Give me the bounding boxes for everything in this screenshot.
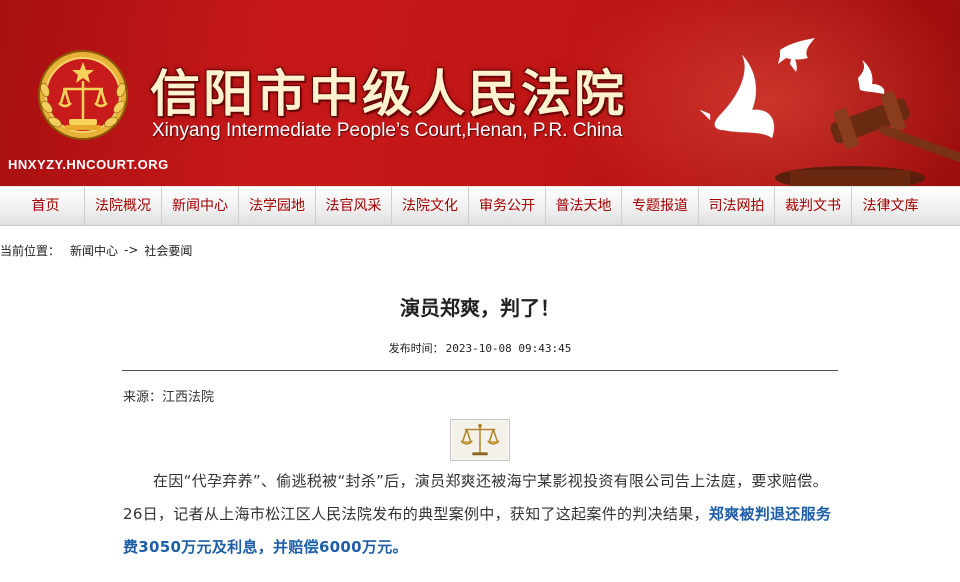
nav-item-judges[interactable]: 法官风采	[316, 187, 392, 225]
nav-item-court-culture[interactable]: 法院文化	[392, 187, 469, 225]
publish-time: 发布时间： 2023-10-08 09:43:45	[0, 340, 960, 356]
nav-item-judgments[interactable]: 裁判文书	[775, 187, 852, 225]
breadcrumb: 当前位置： 新闻中心 -> 社会要闻	[0, 240, 192, 260]
nav-item-trial-disclosure[interactable]: 审务公开	[469, 187, 546, 225]
court-emblem-icon[interactable]	[35, 45, 131, 145]
breadcrumb-separator: ->	[124, 243, 139, 257]
dove-icon	[858, 60, 885, 94]
article-source: 来源：江西法院	[123, 390, 215, 405]
nav-item-court-overview[interactable]: 法院概况	[85, 187, 162, 225]
nav-item-law-garden[interactable]: 法学园地	[239, 187, 316, 225]
doves-and-gavel-art	[699, 38, 960, 186]
nav-item-judicial-auction[interactable]: 司法网拍	[699, 187, 775, 225]
divider	[122, 370, 838, 371]
gavel-icon	[775, 91, 960, 186]
breadcrumb-link-news-center[interactable]: 新闻中心	[70, 242, 118, 259]
nav-item-special-reports[interactable]: 专题报道	[622, 187, 699, 225]
breadcrumb-label: 当前位置：	[0, 243, 61, 258]
breadcrumb-link-social-news[interactable]: 社会要闻	[144, 242, 192, 259]
site-subtitle: Xinyang Intermediate People’s Court,Hena…	[152, 120, 623, 141]
dove-icon	[778, 38, 815, 72]
nav-item-law-library[interactable]: 法律文库	[852, 187, 929, 225]
nav-item-news-center[interactable]: 新闻中心	[162, 187, 239, 225]
nav-item-legal-education[interactable]: 普法天地	[546, 187, 622, 225]
article-title: 演员郑爽，判了！	[400, 296, 560, 320]
article-paragraph: 在因“代孕弃养”、偷逃税被“封杀”后，演员郑爽还被海宁某影视投资有限公司告上法庭…	[123, 465, 839, 564]
dove-icon	[699, 54, 775, 139]
site-url[interactable]: HNXYZY.HNCOURT.ORG	[8, 157, 169, 172]
publish-time-value: 2023-10-08 09:43:45	[445, 342, 572, 355]
nav-item-home[interactable]: 首页	[7, 187, 85, 225]
publish-time-label: 发布时间：	[388, 342, 444, 355]
main-nav: 首页 法院概况 新闻中心 法学园地 法官风采 法院文化 审务公开 普法天地 专题…	[0, 186, 960, 226]
scales-of-justice-icon	[450, 419, 510, 461]
site-banner: 信阳市中级人民法院 Xinyang Intermediate People’s …	[0, 0, 960, 186]
site-title: 信阳市中级人民法院	[150, 64, 627, 123]
